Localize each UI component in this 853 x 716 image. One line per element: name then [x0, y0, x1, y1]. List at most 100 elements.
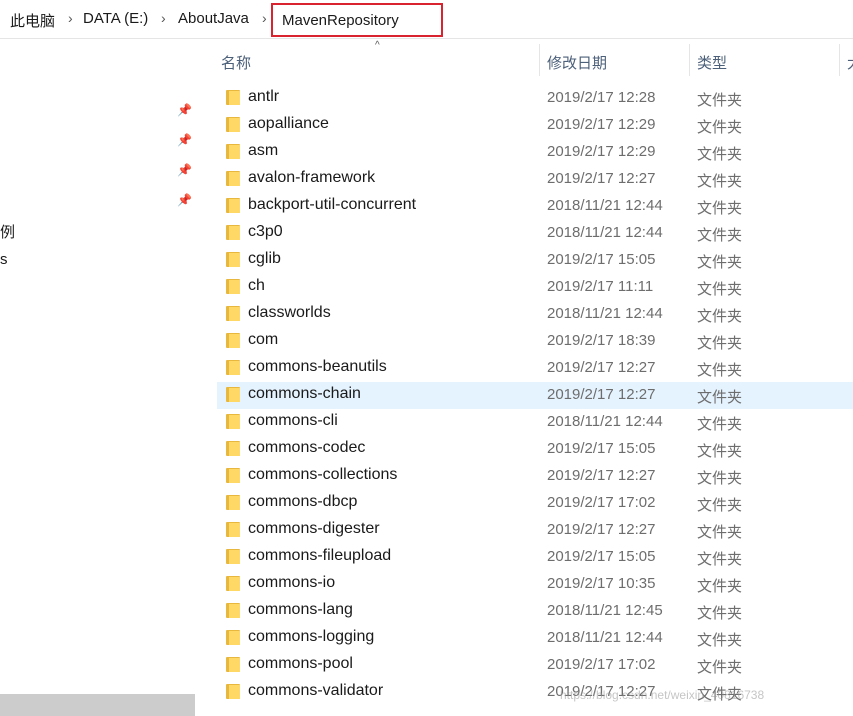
- folder-icon: [226, 441, 240, 456]
- column-type[interactable]: 类型: [697, 52, 727, 73]
- chevron-right-icon[interactable]: ›: [68, 10, 73, 26]
- file-name[interactable]: commons-pool: [248, 655, 353, 673]
- file-type: 文件夹: [697, 578, 743, 595]
- file-type: 文件夹: [697, 524, 743, 541]
- column-name[interactable]: 名称: [221, 52, 251, 73]
- pin-icon[interactable]: 📌: [177, 193, 192, 207]
- file-name[interactable]: antlr: [248, 88, 279, 106]
- file-row[interactable]: commons-beanutils 2019/2/17 12:27 文件夹: [217, 355, 853, 382]
- file-name[interactable]: commons-digester: [248, 520, 380, 538]
- breadcrumb-aboutjava[interactable]: AboutJava: [178, 10, 249, 27]
- file-name[interactable]: aopalliance: [248, 115, 329, 133]
- file-name[interactable]: classworlds: [248, 304, 331, 322]
- nav-item-fragment[interactable]: s: [0, 251, 8, 268]
- file-type: 文件夹: [697, 227, 743, 244]
- file-type: 文件夹: [697, 146, 743, 163]
- folder-icon: [226, 171, 240, 186]
- file-row[interactable]: commons-fileupload 2019/2/17 15:05 文件夹: [217, 544, 853, 571]
- file-name[interactable]: ch: [248, 277, 265, 295]
- folder-icon: [226, 117, 240, 132]
- file-name[interactable]: commons-io: [248, 574, 335, 592]
- file-row[interactable]: com 2019/2/17 18:39 文件夹: [217, 328, 853, 355]
- chevron-right-icon[interactable]: ›: [262, 10, 267, 26]
- folder-icon: [226, 495, 240, 510]
- folder-icon: [226, 549, 240, 564]
- pin-icon[interactable]: 📌: [177, 103, 192, 117]
- address-bar[interactable]: 此电脑 › DATA (E:) › AboutJava › MavenRepos…: [0, 0, 853, 39]
- column-header: ^ 名称 修改日期 类型 大: [205, 40, 853, 76]
- file-date: 2019/2/17 12:28: [547, 89, 656, 106]
- file-date: 2018/11/21 12:44: [547, 224, 663, 241]
- file-row[interactable]: commons-chain 2019/2/17 12:27 文件夹: [217, 382, 853, 409]
- file-name[interactable]: commons-lang: [248, 601, 353, 619]
- file-name[interactable]: backport-util-concurrent: [248, 196, 416, 214]
- file-row[interactable]: backport-util-concurrent 2018/11/21 12:44…: [217, 193, 853, 220]
- file-row[interactable]: commons-lang 2018/11/21 12:45 文件夹: [217, 598, 853, 625]
- file-name[interactable]: c3p0: [248, 223, 283, 241]
- file-row[interactable]: avalon-framework 2019/2/17 12:27 文件夹: [217, 166, 853, 193]
- breadcrumb-current-highlight[interactable]: MavenRepository: [271, 3, 443, 37]
- file-row[interactable]: aopalliance 2019/2/17 12:29 文件夹: [217, 112, 853, 139]
- breadcrumb-current[interactable]: MavenRepository: [282, 12, 399, 29]
- file-name[interactable]: commons-cli: [248, 412, 338, 430]
- column-date[interactable]: 修改日期: [547, 52, 607, 73]
- file-type: 文件夹: [697, 605, 743, 622]
- folder-icon: [226, 225, 240, 240]
- file-row[interactable]: commons-cli 2018/11/21 12:44 文件夹: [217, 409, 853, 436]
- folder-icon: [226, 630, 240, 645]
- pin-icon[interactable]: 📌: [177, 133, 192, 147]
- file-name[interactable]: com: [248, 331, 278, 349]
- folder-icon: [226, 387, 240, 402]
- breadcrumb-this-pc[interactable]: 此电脑: [10, 10, 55, 31]
- file-date: 2019/2/17 12:27: [547, 359, 656, 376]
- folder-icon: [226, 279, 240, 294]
- column-divider[interactable]: [689, 44, 690, 76]
- file-name[interactable]: commons-logging: [248, 628, 374, 646]
- file-row[interactable]: classworlds 2018/11/21 12:44 文件夹: [217, 301, 853, 328]
- file-name[interactable]: commons-codec: [248, 439, 365, 457]
- file-name[interactable]: commons-validator: [248, 682, 383, 700]
- file-row[interactable]: commons-logging 2018/11/21 12:44 文件夹: [217, 625, 853, 652]
- file-row[interactable]: commons-dbcp 2019/2/17 17:02 文件夹: [217, 490, 853, 517]
- file-row[interactable]: commons-pool 2019/2/17 17:02 文件夹: [217, 652, 853, 679]
- file-name[interactable]: commons-dbcp: [248, 493, 357, 511]
- file-row[interactable]: c3p0 2018/11/21 12:44 文件夹: [217, 220, 853, 247]
- file-row[interactable]: antlr 2019/2/17 12:28 文件夹: [217, 85, 853, 112]
- file-type: 文件夹: [697, 92, 743, 109]
- file-row[interactable]: commons-io 2019/2/17 10:35 文件夹: [217, 571, 853, 598]
- nav-selected-item[interactable]: [0, 694, 195, 716]
- column-divider[interactable]: [839, 44, 840, 76]
- column-size[interactable]: 大: [847, 52, 853, 73]
- file-name[interactable]: commons-beanutils: [248, 358, 387, 376]
- file-type: 文件夹: [697, 308, 743, 325]
- file-row[interactable]: commons-codec 2019/2/17 15:05 文件夹: [217, 436, 853, 463]
- file-type: 文件夹: [697, 659, 743, 676]
- chevron-right-icon[interactable]: ›: [161, 10, 166, 26]
- file-row[interactable]: asm 2019/2/17 12:29 文件夹: [217, 139, 853, 166]
- nav-item-fragment[interactable]: 例: [0, 221, 15, 242]
- file-name[interactable]: commons-fileupload: [248, 547, 391, 565]
- file-name[interactable]: asm: [248, 142, 278, 160]
- file-row[interactable]: commons-digester 2019/2/17 12:27 文件夹: [217, 517, 853, 544]
- file-type: 文件夹: [697, 497, 743, 514]
- file-name[interactable]: commons-chain: [248, 385, 361, 403]
- file-date: 2019/2/17 11:11: [547, 278, 654, 295]
- file-name[interactable]: cglib: [248, 250, 281, 268]
- column-divider[interactable]: [539, 44, 540, 76]
- file-type: 文件夹: [697, 389, 743, 406]
- file-date: 2018/11/21 12:44: [547, 197, 663, 214]
- breadcrumb-data-drive[interactable]: DATA (E:): [83, 10, 148, 27]
- pin-icon[interactable]: 📌: [177, 163, 192, 177]
- file-row[interactable]: cglib 2019/2/17 15:05 文件夹: [217, 247, 853, 274]
- file-date: 2019/2/17 12:29: [547, 143, 656, 160]
- folder-icon: [226, 414, 240, 429]
- file-name[interactable]: commons-collections: [248, 466, 397, 484]
- folder-icon: [226, 90, 240, 105]
- file-date: 2019/2/17 15:05: [547, 440, 656, 457]
- folder-icon: [226, 657, 240, 672]
- sort-ascending-icon: ^: [375, 40, 380, 51]
- file-row[interactable]: commons-collections 2019/2/17 12:27 文件夹: [217, 463, 853, 490]
- file-type: 文件夹: [697, 551, 743, 568]
- file-name[interactable]: avalon-framework: [248, 169, 375, 187]
- file-row[interactable]: ch 2019/2/17 11:11 文件夹: [217, 274, 853, 301]
